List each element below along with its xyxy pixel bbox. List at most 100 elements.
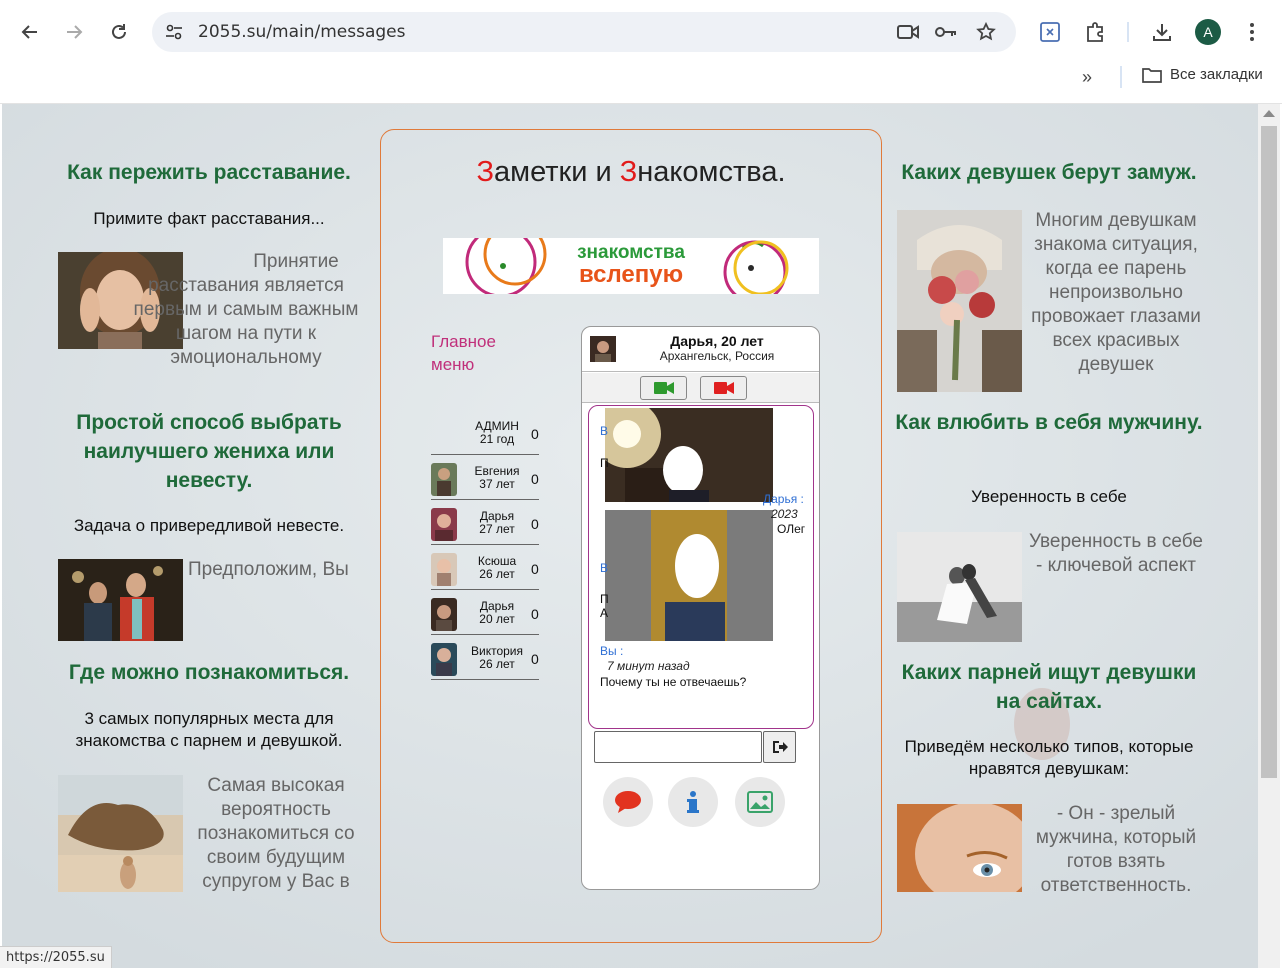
stop-video-button[interactable] [700, 376, 747, 400]
extension-x-icon[interactable] [1036, 18, 1064, 46]
unread-count: 0 [531, 426, 539, 442]
right-article3-text: - Он - зрелый мужчина, который готов взя… [1035, 803, 1197, 896]
user-list-item[interactable]: Ксюша 26 лет 0 [431, 545, 539, 590]
avatar [431, 598, 457, 631]
partial-message-from: Дарья : [763, 492, 804, 506]
left-article1-sub: Примите факт расставания... [93, 209, 325, 228]
center-panel: Заметки и Знакомства. знакомства вслепую… [380, 129, 882, 943]
chat-bubble-button[interactable] [603, 777, 653, 827]
image-icon [747, 791, 773, 813]
right-article1-text: Многим девушкам знакома ситуация, когда … [1031, 210, 1201, 375]
avatar[interactable] [590, 336, 616, 362]
back-arrow-icon [21, 25, 37, 39]
info-icon [687, 791, 699, 813]
remote-video [605, 408, 773, 502]
right-article2-text: Уверенность в себе - ключевой аспект [1029, 531, 1203, 576]
page-scrollbar[interactable] [1258, 104, 1280, 968]
forward-button[interactable] [58, 16, 90, 48]
unread-count: 0 [531, 561, 539, 577]
download-icon[interactable] [1148, 18, 1176, 46]
left-article2-image[interactable] [58, 559, 183, 641]
right-article3-title[interactable]: Каких парней ищут девушки на сайтах. [894, 658, 1204, 716]
user-list-item[interactable]: Дарья 27 лет 0 [431, 500, 539, 545]
chat-partner-name: Дарья, 20 лет [670, 333, 764, 349]
all-bookmarks-label: Все закладки [1170, 66, 1263, 83]
partial-message-text: ОЛег [777, 522, 806, 536]
left-article2-sub: Задача о привередливой невесте. [73, 516, 345, 535]
right-article3-image[interactable] [897, 804, 1022, 892]
unread-count: 0 [531, 471, 539, 487]
camera-icon[interactable] [896, 20, 920, 44]
right-article1-image[interactable] [897, 210, 1022, 392]
user-list-item[interactable]: Дарья 20 лет 0 [431, 590, 539, 635]
right-article2-title[interactable]: Как влюбить в себя мужчину. [894, 408, 1204, 437]
user-list: АДМИН 21 год 0 Евгения 37 лет 0 Дарья 27 ле… [431, 410, 539, 680]
info-button[interactable] [668, 777, 718, 827]
browser-chrome: 2055.su/main/messages A » Все закладки [0, 0, 1282, 104]
toolbar-divider [1127, 22, 1129, 42]
status-bar-url: https://2055.su [0, 946, 112, 968]
send-button[interactable] [763, 731, 796, 763]
message-input[interactable] [594, 731, 762, 763]
profile-avatar[interactable]: A [1195, 19, 1221, 45]
blind-dating-banner[interactable]: знакомства вслепую [443, 238, 819, 294]
unread-count: 0 [531, 606, 539, 622]
left-article3-sub: 3 самых популярных места для знакомства … [75, 709, 343, 750]
avatar [431, 463, 457, 496]
avatar [431, 553, 457, 586]
video-call-bar [582, 373, 819, 403]
folder-icon [1142, 67, 1162, 83]
url-text[interactable]: 2055.su/main/messages [198, 22, 406, 42]
left-article2-text: Предположим, Вы [188, 559, 349, 580]
video-camera-icon [653, 382, 674, 394]
user-list-item[interactable]: АДМИН 21 год 0 [431, 410, 539, 455]
scroll-up-icon[interactable] [1263, 110, 1275, 117]
avatar [431, 508, 457, 541]
reload-icon [112, 24, 126, 39]
scrollbar-thumb[interactable] [1261, 126, 1277, 778]
right-article3-sub: Приведём несколько типов, которые нравят… [904, 737, 1194, 778]
chat-window: Дарья, 20 лет Архангельск, Россия В П Да… [581, 326, 820, 890]
extensions-puzzle-icon[interactable] [1081, 18, 1109, 46]
address-bar[interactable]: 2055.su/main/messages [152, 12, 1016, 52]
chat-header: Дарья, 20 лет Архангельск, Россия [582, 327, 819, 372]
page-content: Как пережить расставание. Примите факт р… [2, 104, 1258, 968]
key-icon[interactable] [934, 20, 958, 44]
all-bookmarks-button[interactable]: Все закладки [1142, 66, 1263, 83]
forward-arrow-icon [67, 25, 83, 39]
left-article1-title[interactable]: Как пережить расставание. [56, 158, 362, 187]
left-article3-title[interactable]: Где можно познакомиться. [56, 658, 362, 687]
right-article2-sub: Уверенность в себе [971, 487, 1127, 506]
user-list-item[interactable]: Евгения 37 лет 0 [431, 455, 539, 500]
menu-kebab-icon[interactable] [1238, 18, 1266, 46]
main-menu-link[interactable]: Главное меню [431, 330, 511, 376]
last-message-from: Вы : [600, 644, 624, 658]
last-message-time: 7 минут назад [607, 659, 690, 673]
banner-text-bottom: вслепую [578, 261, 684, 288]
chat-partner-location: Архангельск, Россия [659, 349, 775, 363]
bookmarks-overflow-button[interactable]: » [1082, 67, 1092, 88]
left-article3-text: Самая высокая вероятность познакомиться … [197, 775, 355, 892]
right-article1-title[interactable]: Каких девушек берут замуж. [894, 158, 1204, 187]
banner-text-top: знакомства [577, 242, 685, 263]
user-list-item[interactable]: Виктория 26 лет 0 [431, 635, 539, 680]
local-video [605, 510, 773, 641]
start-video-button[interactable] [640, 376, 687, 400]
left-article2-title[interactable]: Простой способ выбрать наилучшего жениха… [56, 408, 362, 495]
send-icon [772, 741, 788, 753]
messages-area[interactable]: В П Дарья : 2023 ОЛег В П А Вы : 7 минут… [588, 405, 814, 729]
unread-count: 0 [531, 516, 539, 532]
photo-button[interactable] [735, 777, 785, 827]
avatar [431, 643, 457, 676]
site-title[interactable]: Заметки и Знакомства. [381, 156, 881, 189]
bookmarks-divider [1120, 66, 1122, 88]
star-icon[interactable] [974, 20, 998, 44]
site-settings-icon[interactable] [164, 22, 184, 42]
reload-button[interactable] [103, 16, 135, 48]
right-article2-image[interactable] [897, 532, 1022, 642]
unread-count: 0 [531, 651, 539, 667]
video-camera-icon [713, 382, 734, 394]
partial-message-date: 2023 [771, 507, 798, 521]
left-article3-image[interactable] [58, 775, 183, 892]
back-button[interactable] [14, 16, 46, 48]
